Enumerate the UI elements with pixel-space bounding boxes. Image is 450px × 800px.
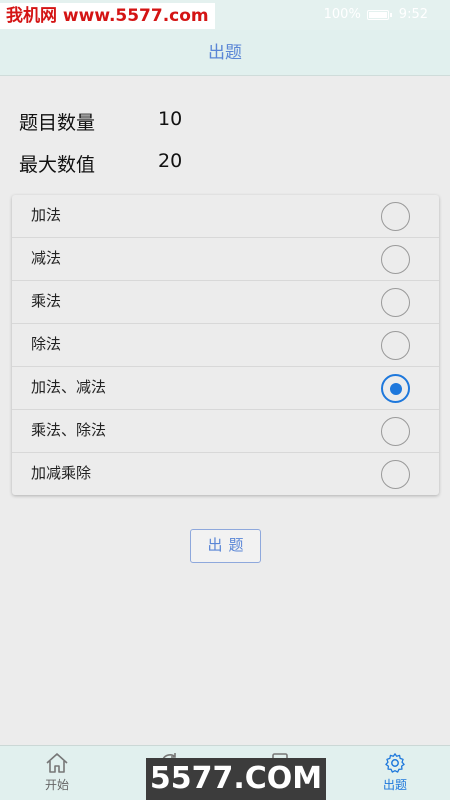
option-add-subtract[interactable]: 加法、减法: [12, 367, 439, 410]
tab-start[interactable]: 开始: [22, 752, 92, 798]
watermark-logo-bottom: 5577.COM: [146, 758, 326, 800]
max-value-label: 最大数值: [19, 154, 96, 176]
operation-options-card: 加法 减法 乘法 除法 加法、减法 乘法、除法 加减乘除: [12, 195, 439, 495]
question-count-setting[interactable]: 题目数量 10: [19, 108, 182, 135]
clock: 9:52: [398, 7, 428, 22]
option-label: 加法、减法: [31, 378, 107, 396]
question-count-value[interactable]: 10: [158, 108, 182, 130]
tab-label: 出题: [382, 778, 407, 792]
option-addition[interactable]: 加法: [12, 195, 439, 238]
option-multiply-divide[interactable]: 乘法、除法: [12, 410, 439, 453]
watermark-logo-top: 我机网 www.5577.com: [0, 3, 215, 29]
option-label: 乘法、除法: [31, 421, 107, 439]
option-division[interactable]: 除法: [12, 324, 439, 367]
option-subtraction[interactable]: 减法: [12, 238, 439, 281]
status-bar: 我机网 www.5577.com 100% 9:52: [0, 0, 450, 30]
option-label: 减法: [31, 249, 62, 267]
battery-icon: [366, 10, 392, 20]
option-all-operations[interactable]: 加减乘除: [12, 453, 439, 496]
battery-percent: 100%: [323, 7, 361, 22]
radio-unchecked-icon[interactable]: [381, 331, 410, 360]
option-multiplication[interactable]: 乘法: [12, 281, 439, 324]
home-icon: [46, 753, 68, 773]
option-label: 加减乘除: [31, 464, 92, 482]
option-label: 乘法: [31, 292, 62, 310]
max-value-value[interactable]: 20: [158, 150, 182, 172]
radio-checked-icon[interactable]: [381, 374, 410, 403]
page-title: 出题: [208, 43, 242, 63]
page-header: 出题: [0, 30, 450, 76]
tab-quiz[interactable]: 出题: [360, 752, 430, 798]
question-count-label: 题目数量: [19, 112, 96, 134]
radio-unchecked-icon[interactable]: [381, 417, 410, 446]
option-label: 除法: [31, 335, 62, 353]
status-indicators: 100% 9:52: [324, 0, 428, 30]
radio-unchecked-icon[interactable]: [381, 245, 410, 274]
radio-unchecked-icon[interactable]: [381, 288, 410, 317]
radio-unchecked-icon[interactable]: [381, 202, 410, 231]
gear-icon: [385, 753, 405, 773]
max-value-setting[interactable]: 最大数值 20: [19, 150, 182, 177]
tab-label: 开始: [44, 778, 69, 792]
option-label: 加法: [31, 206, 62, 224]
radio-unchecked-icon[interactable]: [381, 460, 410, 489]
generate-questions-button[interactable]: 出题: [190, 529, 261, 563]
